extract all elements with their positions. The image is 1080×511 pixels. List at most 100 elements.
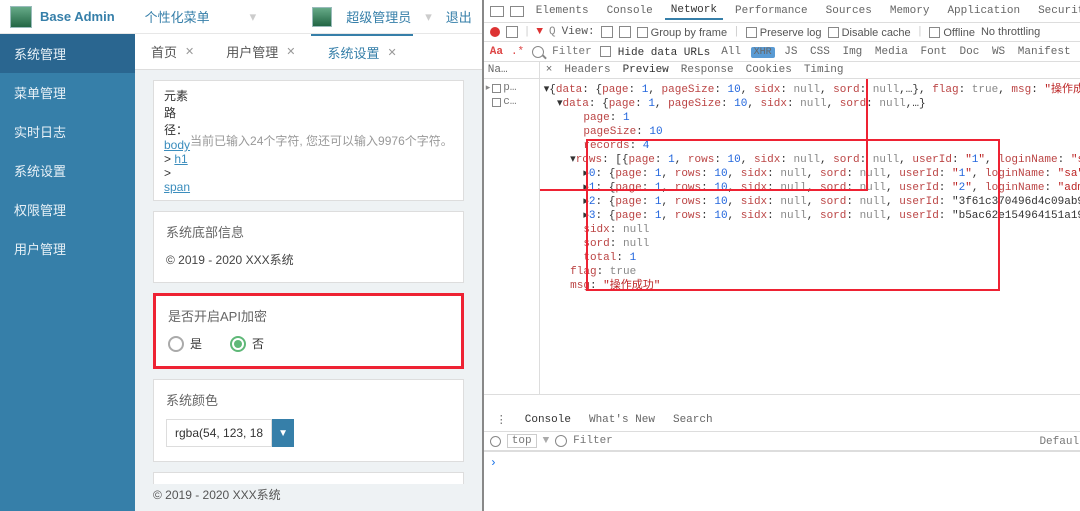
dt-device-icon[interactable] xyxy=(510,6,524,17)
search-icon[interactable]: Q xyxy=(549,26,556,38)
card-theme-color: 系统颜色 rgba(54, 123, 18 ▼ xyxy=(153,379,464,462)
color-input[interactable]: rgba(54, 123, 18 xyxy=(166,419,272,447)
dt-tab-elements[interactable]: Elements xyxy=(530,3,595,19)
console-body[interactable]: › xyxy=(484,451,1080,511)
drawer-search[interactable]: Search xyxy=(667,412,719,428)
dt-tab-performance[interactable]: Performance xyxy=(729,3,814,19)
record-icon[interactable] xyxy=(490,27,500,37)
checkbox-icon[interactable] xyxy=(637,27,648,38)
console-drawer-tabs: ⋮ Console What's New Search ✕ xyxy=(484,409,1080,432)
dt-tab-memory[interactable]: Memory xyxy=(884,3,936,19)
request-list[interactable]: ▸p… ▸c… xyxy=(484,79,540,394)
dt-tab-sources[interactable]: Sources xyxy=(820,3,878,19)
avatar-icon xyxy=(312,7,332,27)
sidebar-item-system[interactable]: 系统管理 xyxy=(0,34,135,73)
radio-yes[interactable]: 是 xyxy=(168,335,202,352)
user-role[interactable]: 超级管理员 xyxy=(346,7,411,26)
col-name[interactable]: Na… xyxy=(484,62,540,78)
devtools-panel: Elements Console Network Performance Sou… xyxy=(484,0,1080,511)
color-picker-button[interactable]: ▼ xyxy=(272,419,294,447)
dt-inspect-icon[interactable] xyxy=(490,6,504,17)
sidebar-item-log[interactable]: 实时日志 xyxy=(0,112,135,151)
checkbox-icon[interactable] xyxy=(600,46,611,57)
page-footer: © 2019 - 2020 XXX系统 xyxy=(135,484,482,511)
filter-input[interactable] xyxy=(552,46,592,58)
close-icon[interactable]: ✕ xyxy=(185,45,194,58)
tab-settings[interactable]: 系统设置✕ xyxy=(311,34,412,69)
dt-tab-console[interactable]: Console xyxy=(601,3,659,19)
clear-icon[interactable] xyxy=(506,26,518,38)
subtab-close[interactable]: × xyxy=(546,64,553,76)
clear-console-icon[interactable] xyxy=(490,436,501,447)
card-api-encrypt: 是否开启API加密 是 否 xyxy=(153,293,464,369)
console-filter-row: top ▼ Default levels ▾ ⚙ xyxy=(484,432,1080,451)
char-count-hint: 当前已输入24个字符, 您还可以输入9976个字符。 xyxy=(190,132,453,149)
subtab-timing[interactable]: Timing xyxy=(804,64,844,76)
close-icon[interactable]: ✕ xyxy=(286,45,295,58)
radio-icon xyxy=(168,336,184,352)
topbar: Base Admin 个性化菜单 ▾ 超级管理员 ▾ 退出 xyxy=(0,0,482,34)
menu-personalize[interactable]: 个性化菜单 xyxy=(145,7,210,26)
view-frame-icon[interactable] xyxy=(619,26,631,38)
net-toolbar: | ▼ Q View: Group by frame | Preserve lo… xyxy=(484,23,1080,42)
logo-icon xyxy=(10,6,32,28)
type-media[interactable]: Media xyxy=(872,46,911,58)
checkbox-icon[interactable] xyxy=(929,27,940,38)
close-icon[interactable]: ✕ xyxy=(387,46,396,59)
sidebar-item-perm[interactable]: 权限管理 xyxy=(0,190,135,229)
dt-tab-application[interactable]: Application xyxy=(941,3,1026,19)
tabs: 首页✕ 用户管理✕ 系统设置✕ xyxy=(135,34,482,70)
sidebar-item-menu[interactable]: 菜单管理 xyxy=(0,73,135,112)
type-js[interactable]: JS xyxy=(781,46,800,58)
subtab-cookies[interactable]: Cookies xyxy=(746,64,792,76)
response-preview[interactable]: ▾{data: {page: 1, pageSize: 10, sidx: nu… xyxy=(540,79,1080,394)
brand-title: Base Admin xyxy=(40,9,115,24)
drawer-console[interactable]: Console xyxy=(519,412,577,428)
subtab-preview[interactable]: Preview xyxy=(623,64,669,76)
dt-tab-security[interactable]: Security xyxy=(1032,3,1080,19)
subtab-headers[interactable]: Headers xyxy=(564,64,610,76)
sidebar-item-settings[interactable]: 系统设置 xyxy=(0,151,135,190)
type-xhr[interactable]: XHR xyxy=(751,47,775,58)
net-filter-row: Aa .* Hide data URLs All XHR JS CSS Img … xyxy=(484,42,1080,62)
card-footer-info: 系统底部信息 © 2019 - 2020 XXX系统 xyxy=(153,211,464,283)
type-doc[interactable]: Doc xyxy=(957,46,983,58)
sidebar-item-user[interactable]: 用户管理 xyxy=(0,229,135,268)
dt-tab-network[interactable]: Network xyxy=(665,2,723,20)
tab-user[interactable]: 用户管理✕ xyxy=(210,34,311,69)
levels-select[interactable]: Default levels ▾ xyxy=(1039,434,1080,448)
search-icon[interactable] xyxy=(532,46,544,58)
net-status: 2 / 85 ▲▼ xyxy=(484,394,1080,409)
sidebar: 系统管理 菜单管理 实时日志 系统设置 权限管理 用户管理 xyxy=(0,34,135,511)
content-scroll[interactable]: 元素路径： body > h1 > span 当前已输入24个字符, 您还可以输… xyxy=(135,70,482,484)
filter-icon[interactable]: ▼ xyxy=(536,26,543,38)
logout-link[interactable]: 退出 xyxy=(446,7,472,26)
context-select[interactable]: top xyxy=(507,434,537,448)
admin-app: Base Admin 个性化菜单 ▾ 超级管理员 ▾ 退出 系统管理 菜单管理 … xyxy=(0,0,484,511)
card-user-pwd: 用户管理：初始、重置密码 123456 xyxy=(153,472,464,484)
tab-home[interactable]: 首页✕ xyxy=(135,34,210,69)
subtab-response[interactable]: Response xyxy=(681,64,734,76)
throttling-select[interactable]: No throttling xyxy=(981,26,1040,38)
breadcrumb-bar: 元素路径： body > h1 > span 当前已输入24个字符, 您还可以输… xyxy=(153,80,464,201)
crumb-h1[interactable]: h1 xyxy=(174,152,187,166)
crumb-body[interactable]: body xyxy=(164,138,190,152)
radio-no[interactable]: 否 xyxy=(230,335,264,352)
console-filter-input[interactable] xyxy=(573,435,633,447)
type-all[interactable]: All xyxy=(718,46,744,58)
type-font[interactable]: Font xyxy=(918,46,950,58)
devtools-tabs: Elements Console Network Performance Sou… xyxy=(484,0,1080,23)
crumb-span[interactable]: span xyxy=(164,180,190,194)
checkbox-icon[interactable] xyxy=(828,27,839,38)
checkbox-icon[interactable] xyxy=(746,27,757,38)
view-list-icon[interactable] xyxy=(601,26,613,38)
main-area: 首页✕ 用户管理✕ 系统设置✕ 元素路径： body > h1 > span 当… xyxy=(135,34,482,511)
type-manifest[interactable]: Manifest xyxy=(1015,46,1074,58)
radio-icon xyxy=(230,336,246,352)
eye-icon[interactable] xyxy=(555,435,567,447)
drawer-whatsnew[interactable]: What's New xyxy=(583,412,661,428)
type-css[interactable]: CSS xyxy=(807,46,833,58)
type-ws[interactable]: WS xyxy=(989,46,1008,58)
net-columns: Na… × Headers Preview Response Cookies T… xyxy=(484,62,1080,79)
type-img[interactable]: Img xyxy=(839,46,865,58)
